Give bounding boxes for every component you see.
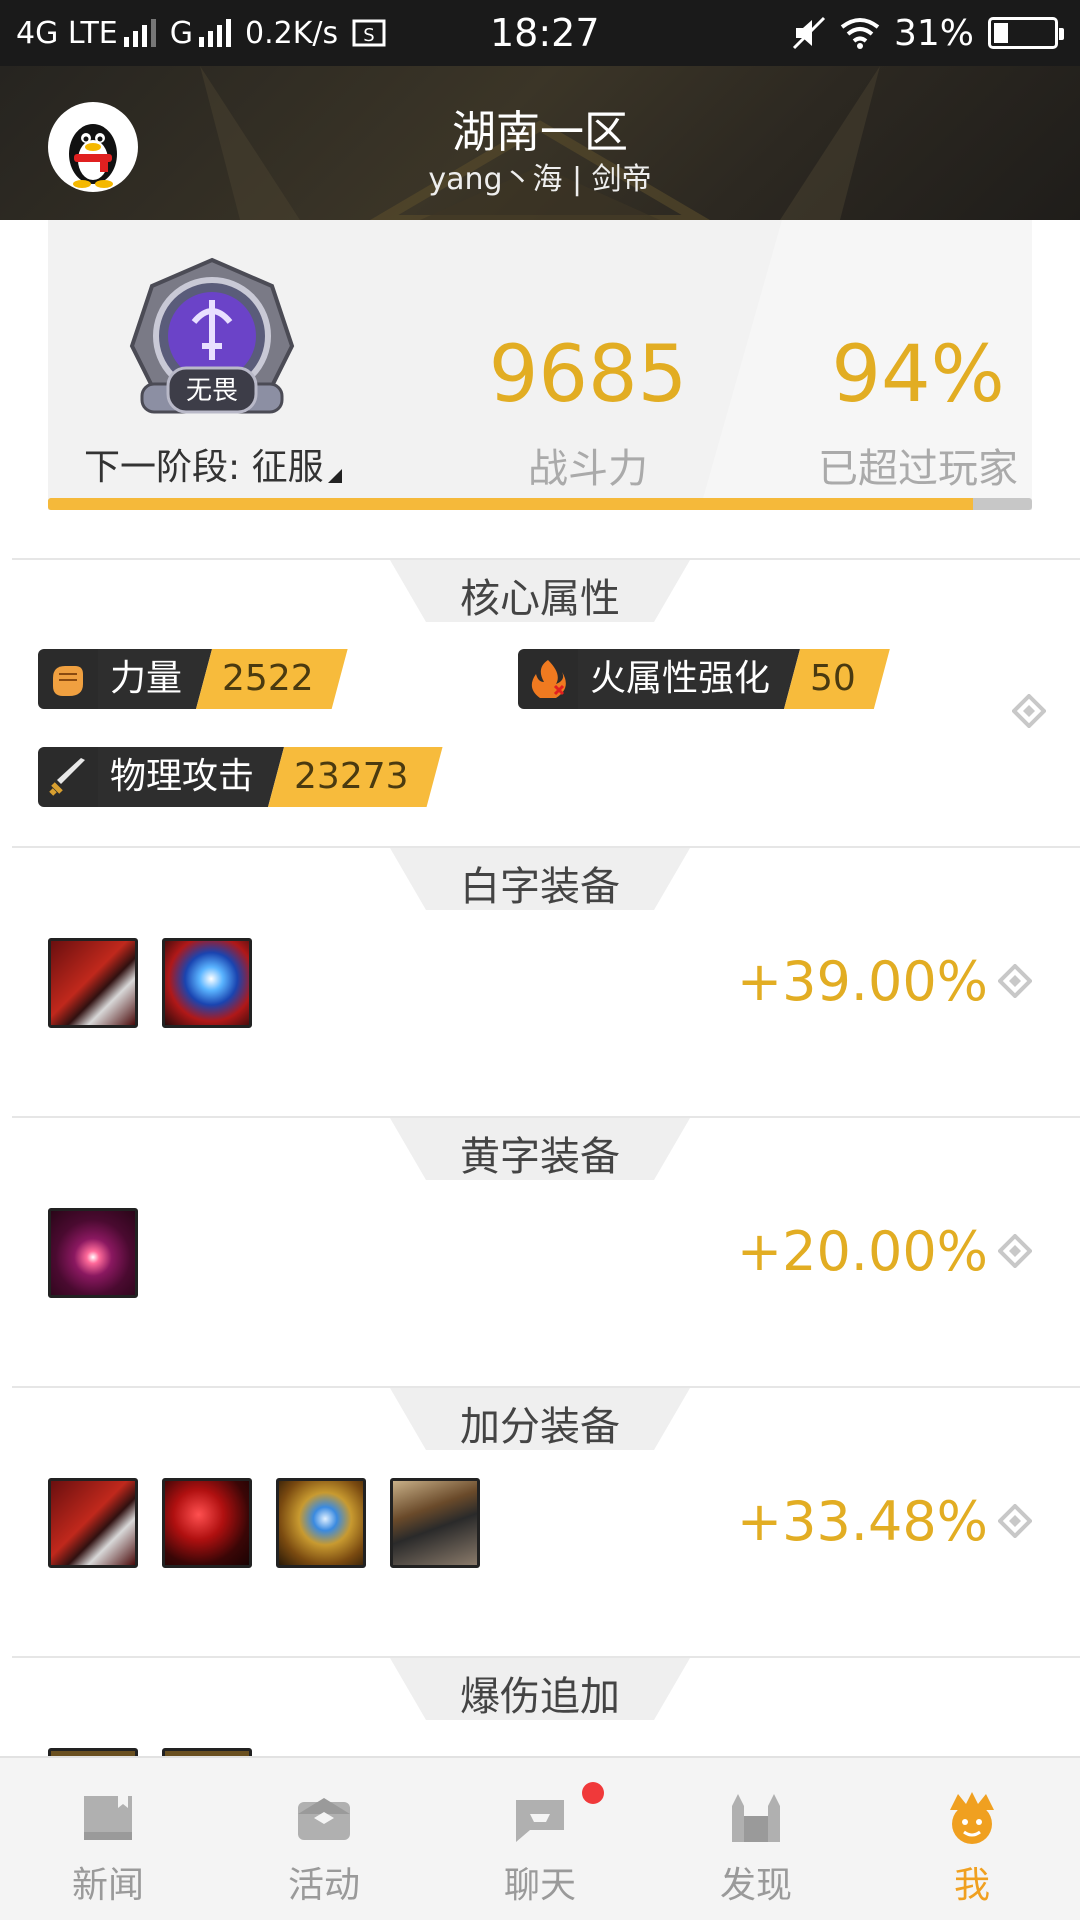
combat-power-label: 战斗力 bbox=[528, 446, 648, 492]
player-name: yang丶海 | 剑帝 bbox=[428, 162, 652, 197]
attribute-strength[interactable]: 力量 2522 bbox=[38, 648, 348, 710]
me-icon bbox=[950, 1792, 994, 1844]
attribute-name: 火属性强化 bbox=[578, 649, 800, 709]
section-divider bbox=[12, 1116, 1080, 1118]
equipment-item-icon[interactable] bbox=[390, 1478, 480, 1568]
next-stage[interactable]: 下一阶段: 征服 bbox=[84, 438, 342, 490]
sword-icon bbox=[38, 747, 98, 807]
screenshot-icon: S bbox=[352, 19, 386, 47]
rank-percent-value: 94% bbox=[831, 330, 1005, 420]
attribute-fire-enhance[interactable]: 火属性强化 50 bbox=[518, 648, 890, 710]
equipment-item-icon[interactable] bbox=[48, 1208, 138, 1298]
unread-badge bbox=[582, 1782, 604, 1804]
server-name: 湖南一区 bbox=[452, 107, 628, 158]
attribute-physical-attack[interactable]: 物理攻击 23273 bbox=[38, 746, 443, 808]
section-title: 白字装备 bbox=[460, 864, 620, 910]
attribute-value: 2522 bbox=[196, 649, 348, 709]
battery-percent: 31% bbox=[893, 12, 974, 54]
section-title: 爆伤追加 bbox=[460, 1674, 620, 1720]
power-card[interactable]: 无畏 下一阶段: 征服 9685 战斗力 94% 已超过玩家 bbox=[48, 220, 1032, 510]
caret-icon bbox=[327, 469, 342, 483]
bottom-nav: 新闻 活动 聊天 发现 我 bbox=[0, 1756, 1080, 1920]
equipment-item-icon[interactable] bbox=[162, 1478, 252, 1568]
section-percent: +33.48% bbox=[736, 1490, 988, 1553]
nav-label: 发现 bbox=[719, 1865, 792, 1906]
chat-icon bbox=[516, 1800, 564, 1842]
diamond-arrow-icon[interactable] bbox=[998, 1234, 1032, 1268]
attribute-name: 力量 bbox=[98, 649, 212, 709]
attribute-name: 物理攻击 bbox=[98, 747, 284, 807]
section-title: 核心属性 bbox=[460, 576, 620, 622]
section-core-attributes: 核心属性 力量 2522 火属性强化 50 物理攻击 23273 bbox=[0, 558, 1080, 848]
nav-label: 我 bbox=[953, 1865, 990, 1906]
nav-news[interactable]: 新闻 bbox=[0, 1758, 216, 1920]
signal-icon-2 bbox=[198, 19, 231, 47]
network-speed: 0.2K/s bbox=[244, 15, 339, 51]
equipment-item-icon[interactable] bbox=[48, 938, 138, 1028]
fist-icon bbox=[38, 649, 98, 709]
attribute-value: 50 bbox=[784, 649, 890, 709]
news-icon bbox=[84, 1796, 132, 1840]
section-divider bbox=[12, 846, 1080, 848]
section-divider bbox=[12, 558, 1080, 560]
battery-icon bbox=[988, 17, 1064, 49]
equipment-item-icon[interactable] bbox=[162, 938, 252, 1028]
section-yellow-equipment[interactable]: 黄字装备 +20.00% bbox=[0, 1116, 1080, 1386]
attribute-value: 23273 bbox=[268, 747, 443, 807]
equipment-item-icon[interactable] bbox=[48, 1478, 138, 1568]
discover-icon bbox=[732, 1794, 780, 1842]
section-title: 加分装备 bbox=[460, 1404, 620, 1450]
nav-me[interactable]: 我 bbox=[864, 1758, 1080, 1920]
power-progress-fill bbox=[48, 498, 973, 510]
equipment-item-icon[interactable] bbox=[276, 1478, 366, 1568]
nav-discover[interactable]: 发现 bbox=[648, 1758, 864, 1920]
section-bonus-equipment[interactable]: 加分装备 +33.48% bbox=[0, 1386, 1080, 1656]
mute-icon bbox=[792, 16, 826, 50]
section-crit-damage[interactable]: 爆伤追加 bbox=[0, 1656, 1080, 1756]
section-percent: +20.00% bbox=[736, 1220, 988, 1283]
next-stage-label: 下一阶段: 征服 bbox=[84, 447, 324, 488]
diamond-arrow-icon[interactable] bbox=[1012, 694, 1046, 728]
section-divider bbox=[12, 1386, 1080, 1388]
clock: 18:27 bbox=[490, 11, 600, 55]
section-percent: +39.00% bbox=[736, 950, 988, 1013]
section-title: 黄字装备 bbox=[460, 1134, 620, 1180]
equipment-item-icon[interactable] bbox=[48, 1748, 138, 1756]
network-type-2: G bbox=[169, 15, 193, 51]
power-progress-bar bbox=[48, 498, 1032, 510]
diamond-arrow-icon[interactable] bbox=[998, 1504, 1032, 1538]
section-divider bbox=[12, 1656, 1080, 1658]
activity-icon bbox=[298, 1798, 350, 1840]
nav-label: 聊天 bbox=[503, 1865, 576, 1906]
battery-level bbox=[994, 23, 1008, 43]
svg-text:S: S bbox=[363, 25, 374, 46]
equipment-item-icon[interactable] bbox=[162, 1748, 252, 1756]
diamond-arrow-icon[interactable] bbox=[998, 964, 1032, 998]
rank-badge-label: 无畏 bbox=[185, 376, 238, 406]
nav-chat[interactable]: 聊天 bbox=[432, 1758, 648, 1920]
wifi-icon bbox=[840, 18, 880, 49]
nav-label: 活动 bbox=[287, 1865, 360, 1906]
nav-activity[interactable]: 活动 bbox=[216, 1758, 432, 1920]
fire-icon bbox=[518, 649, 578, 709]
rank-percent-label: 已超过玩家 bbox=[818, 446, 1018, 492]
combat-power-value: 9685 bbox=[488, 330, 688, 420]
section-white-equipment[interactable]: 白字装备 +39.00% bbox=[0, 846, 1080, 1116]
signal-icon bbox=[123, 19, 156, 47]
network-type: 4G LTE bbox=[16, 15, 118, 51]
profile-header: 湖南一区 yang丶海 | 剑帝 bbox=[0, 66, 1080, 220]
status-bar: 4G LTE G 0.2K/s S 18:27 31% bbox=[0, 0, 1080, 66]
nav-label: 新闻 bbox=[71, 1865, 144, 1906]
